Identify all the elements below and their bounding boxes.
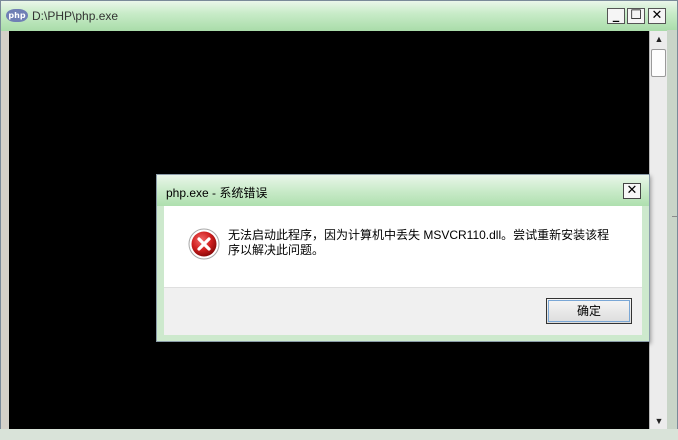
close-button[interactable]: ✕ — [648, 8, 666, 24]
error-icon — [188, 228, 220, 260]
dialog-body: 无法启动此程序，因为计算机中丢失 MSVCR110.dll。尝试重新安装该程序以… — [164, 206, 642, 287]
background-window-edge-bottom — [0, 429, 678, 440]
background-window-edge — [667, 30, 677, 439]
dialog-footer: 确定 — [164, 287, 642, 335]
php-app-icon: php — [6, 9, 28, 22]
dialog-title-bar[interactable]: php.exe - 系统错误 ✕ — [157, 175, 649, 206]
scroll-down-arrow-icon[interactable]: ▼ — [650, 413, 668, 430]
minimize-button[interactable]: _ — [607, 8, 625, 24]
scrollbar-thumb[interactable] — [651, 49, 666, 77]
scroll-up-arrow-icon[interactable]: ▲ — [650, 31, 668, 48]
maximize-button[interactable]: ☐ — [627, 8, 645, 24]
error-message: 无法启动此程序，因为计算机中丢失 MSVCR110.dll。尝试重新安装该程序以… — [228, 228, 610, 257]
dialog-title: php.exe - 系统错误 — [166, 186, 268, 200]
vertical-scrollbar[interactable]: ▲ ▼ — [649, 31, 668, 430]
console-window-title: D:\PHP\php.exe — [32, 9, 119, 23]
edge-notch — [672, 216, 677, 217]
dialog-close-button[interactable]: ✕ — [623, 183, 641, 199]
system-error-dialog: php.exe - 系统错误 ✕ 无法启动此程序，因为计算机中丢失 MSVCR1… — [156, 174, 650, 342]
ok-button[interactable]: 确定 — [546, 298, 632, 324]
console-title-bar[interactable]: php D:\PHP\php.exe _ ☐ ✕ — [1, 1, 677, 31]
